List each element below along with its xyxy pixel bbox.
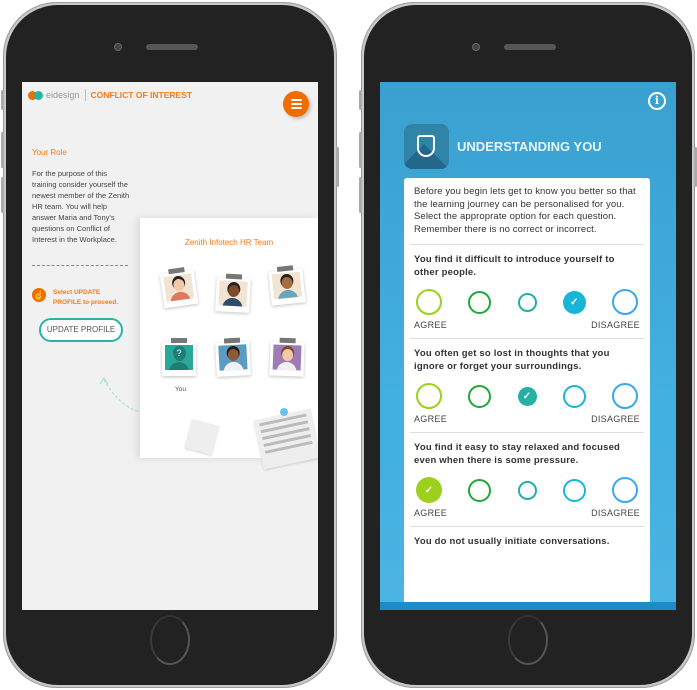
questionnaire-card: Before you begin lets get to know you be… — [404, 178, 650, 610]
question-text: You do not usually initiate conversation… — [414, 536, 610, 547]
pointer-hand-icon: ☝ — [32, 288, 46, 302]
screen-title: UNDERSTANDING YOU — [457, 139, 602, 154]
option-radio-2[interactable] — [468, 290, 492, 314]
you-label: You — [175, 386, 186, 393]
option-radio-4[interactable] — [562, 384, 586, 408]
tape — [171, 338, 187, 343]
proceed-hint: ☝ Select UPDATE PROFILE to proceed. — [32, 288, 123, 308]
option-radio-5[interactable] — [612, 383, 638, 409]
volume-down-button — [1, 177, 4, 213]
tape — [223, 337, 241, 344]
option-radio-3[interactable] — [517, 292, 537, 312]
divider — [410, 526, 644, 527]
left-phone-frame: eidesign CONFLICT OF INTEREST Your Role … — [1, 2, 339, 688]
shield-person-icon — [417, 135, 435, 157]
badge-tile — [404, 124, 449, 169]
disagree-label: DISAGREE — [591, 508, 640, 518]
front-camera — [472, 43, 480, 51]
team-photo-member-3 — [268, 265, 306, 306]
avatar — [218, 280, 248, 307]
agree-label: AGREE — [414, 414, 448, 424]
team-photo-member-5 — [215, 337, 251, 377]
role-title: Your Role — [32, 148, 67, 157]
sticky-note-icon — [184, 418, 220, 456]
scale-labels: AGREE DISAGREE — [414, 508, 640, 518]
avatar — [271, 271, 303, 300]
disagree-label: DISAGREE — [591, 414, 640, 424]
question-text: You find it easy to stay relaxed and foc… — [414, 442, 621, 466]
document-icon — [253, 408, 318, 470]
intro-text: Before you begin lets get to know you be… — [414, 186, 636, 235]
option-radio-1[interactable] — [416, 383, 442, 409]
home-button[interactable] — [150, 615, 190, 665]
team-photo-member-2 — [215, 273, 251, 313]
avatar — [272, 344, 302, 371]
team-photo-member-1 — [159, 267, 199, 309]
team-panel: Zenith Infotech HR Team ? You — [140, 218, 318, 470]
disagree-label: DISAGREE — [591, 320, 640, 330]
question-mark-icon: ? — [176, 348, 182, 358]
understanding-you-screen: i UNDERSTANDING YOU Before you begin let… — [380, 82, 676, 610]
eidesign-logo-icon — [28, 90, 44, 100]
avatar — [163, 273, 195, 302]
mute-switch — [359, 90, 362, 110]
likert-scale: ✓ — [414, 476, 640, 504]
option-radio-2[interactable] — [468, 478, 492, 502]
mute-switch — [1, 90, 4, 110]
role-description: For the purpose of this training conside… — [32, 169, 130, 244]
agree-label: AGREE — [414, 320, 448, 330]
agree-label: AGREE — [414, 508, 448, 518]
option-radio-3[interactable] — [517, 480, 537, 500]
option-radio-2[interactable] — [468, 384, 492, 408]
scale-labels: AGREE DISAGREE — [414, 320, 640, 330]
divider — [410, 432, 644, 433]
option-radio-1[interactable]: ✓ — [416, 477, 442, 503]
pin-icon — [280, 408, 288, 416]
info-icon[interactable]: i — [648, 92, 666, 110]
bottom-bar — [380, 602, 676, 610]
tape — [225, 273, 243, 280]
avatar: ? — [165, 345, 193, 370]
option-radio-3[interactable]: ✓ — [517, 386, 537, 406]
team-photo-you: ? — [162, 338, 196, 376]
logo-text: eidesign — [46, 90, 80, 100]
team-photo-member-6 — [269, 337, 305, 377]
option-radio-1[interactable] — [416, 289, 442, 315]
conflict-of-interest-screen: eidesign CONFLICT OF INTEREST Your Role … — [22, 82, 318, 610]
app-header: eidesign CONFLICT OF INTEREST — [28, 89, 192, 101]
menu-button[interactable] — [283, 91, 309, 117]
volume-up-button — [359, 132, 362, 168]
volume-up-button — [1, 132, 4, 168]
avatar — [218, 344, 248, 371]
course-title: CONFLICT OF INTEREST — [90, 90, 193, 100]
likert-scale: ✓ — [414, 382, 640, 410]
option-radio-5[interactable] — [612, 289, 638, 315]
tape — [168, 267, 185, 275]
divider — [410, 244, 644, 245]
scale-labels: AGREE DISAGREE — [414, 414, 640, 424]
team-title: Zenith Infotech HR Team — [184, 238, 274, 247]
tape — [276, 265, 294, 272]
front-camera — [114, 43, 122, 51]
divider — [410, 338, 644, 339]
option-radio-5[interactable] — [612, 477, 638, 503]
option-radio-4[interactable] — [562, 478, 586, 502]
volume-down-button — [359, 177, 362, 213]
dashed-divider — [32, 265, 128, 266]
hamburger-icon — [290, 99, 302, 101]
question-text: You find it difficult to introduce yours… — [414, 254, 615, 278]
right-phone-frame: i UNDERSTANDING YOU Before you begin let… — [359, 2, 697, 688]
power-button — [336, 147, 339, 187]
question-text: You often get so lost in thoughts that y… — [414, 348, 610, 372]
update-profile-button[interactable]: UPDATE PROFILE — [39, 318, 123, 342]
hint-text: Select UPDATE PROFILE to proceed. — [53, 289, 119, 306]
header-divider — [84, 89, 86, 101]
likert-scale: ✓ — [414, 288, 640, 316]
earpiece-speaker — [146, 44, 198, 50]
tape — [279, 337, 296, 344]
option-radio-4[interactable]: ✓ — [562, 290, 586, 314]
earpiece-speaker — [504, 44, 556, 50]
home-button[interactable] — [508, 615, 548, 665]
